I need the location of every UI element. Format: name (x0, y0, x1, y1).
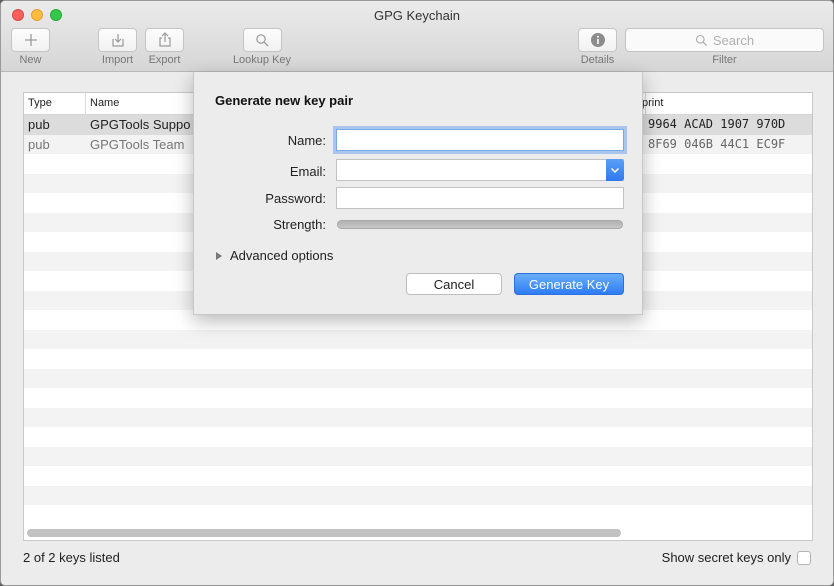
info-icon (590, 33, 605, 47)
search-icon (256, 33, 269, 47)
sheet-title: Generate new key pair (215, 93, 354, 108)
import-button[interactable] (98, 28, 137, 52)
empty-row (24, 427, 812, 447)
email-field[interactable] (336, 159, 624, 181)
toolbar-details[interactable]: Details (578, 28, 617, 66)
disclosure-triangle-icon[interactable] (216, 251, 222, 260)
filter-label: Filter (712, 54, 737, 66)
row-name: GPGTools Team (90, 136, 185, 152)
advanced-options-label: Advanced options (230, 248, 334, 263)
empty-row (24, 329, 812, 349)
password-field[interactable] (336, 187, 624, 209)
search-input[interactable]: Search (625, 28, 824, 52)
horizontal-scrollbar[interactable] (27, 529, 621, 537)
keys-count-status: 2 of 2 keys listed (23, 550, 120, 565)
empty-row (24, 485, 812, 505)
window-title: GPG Keychain (374, 8, 460, 23)
row-name: GPGTools Suppo (90, 117, 191, 132)
empty-row (24, 388, 812, 408)
search-icon (695, 34, 708, 46)
export-button[interactable] (145, 28, 184, 52)
name-label: Name: (287, 133, 326, 148)
cancel-button[interactable]: Cancel (406, 273, 502, 295)
email-combobox[interactable] (336, 159, 624, 181)
column-header-type[interactable]: Type (24, 93, 86, 114)
row-type: pub (28, 136, 50, 152)
show-secret-keys-toggle[interactable]: Show secret keys only (662, 550, 811, 565)
password-strength-meter (337, 220, 623, 229)
details-label: Details (580, 54, 615, 66)
toolbar-new[interactable]: New (11, 28, 50, 66)
show-secret-keys-checkbox[interactable] (797, 550, 811, 565)
row-fingerprint: 8F69 046B 44C1 EC9F (648, 136, 786, 151)
lookup-key-button[interactable] (243, 28, 282, 52)
empty-row (24, 446, 812, 466)
chevron-down-icon (610, 167, 620, 173)
empty-row (24, 505, 812, 525)
share-icon (158, 32, 171, 47)
new-button[interactable] (11, 28, 50, 52)
name-field[interactable] (336, 129, 624, 151)
strength-label: Strength: (273, 217, 326, 232)
new-label: New (19, 54, 42, 66)
advanced-options-disclosure[interactable]: Advanced options (216, 248, 333, 263)
gpg-keychain-window: GPG Keychain New Import Export Lookup Ke… (0, 0, 834, 586)
email-label: Email: (289, 164, 326, 179)
search-placeholder: Search (712, 32, 755, 48)
empty-row (24, 368, 812, 388)
generate-key-button[interactable]: Generate Key (514, 273, 624, 295)
import-label: Import (101, 54, 134, 66)
row-type: pub (28, 117, 50, 132)
show-secret-keys-label: Show secret keys only (661, 550, 791, 565)
lookup-key-label: Lookup Key (232, 54, 292, 66)
empty-row (24, 407, 812, 427)
row-fingerprint: 9964 ACAD 1907 970D (648, 117, 786, 131)
column-header-fingerprint[interactable]: print (638, 93, 812, 114)
toolbar-filter: Search Filter (625, 28, 824, 66)
empty-row (24, 466, 812, 486)
password-label: Password: (265, 191, 326, 206)
toolbar-import[interactable]: Import (98, 28, 137, 66)
details-button[interactable] (578, 28, 617, 52)
plus-icon (24, 34, 37, 46)
toolbar-lookup[interactable]: Lookup Key (229, 28, 295, 66)
titlebar: GPG Keychain New Import Export Lookup Ke… (1, 1, 833, 72)
export-label: Export (148, 54, 181, 66)
generate-key-sheet: Generate new key pair Name: Email: Passw… (193, 72, 643, 315)
email-dropdown-button[interactable] (606, 159, 624, 181)
import-icon (111, 34, 124, 47)
empty-row (24, 349, 812, 369)
toolbar-export[interactable]: Export (145, 28, 184, 66)
